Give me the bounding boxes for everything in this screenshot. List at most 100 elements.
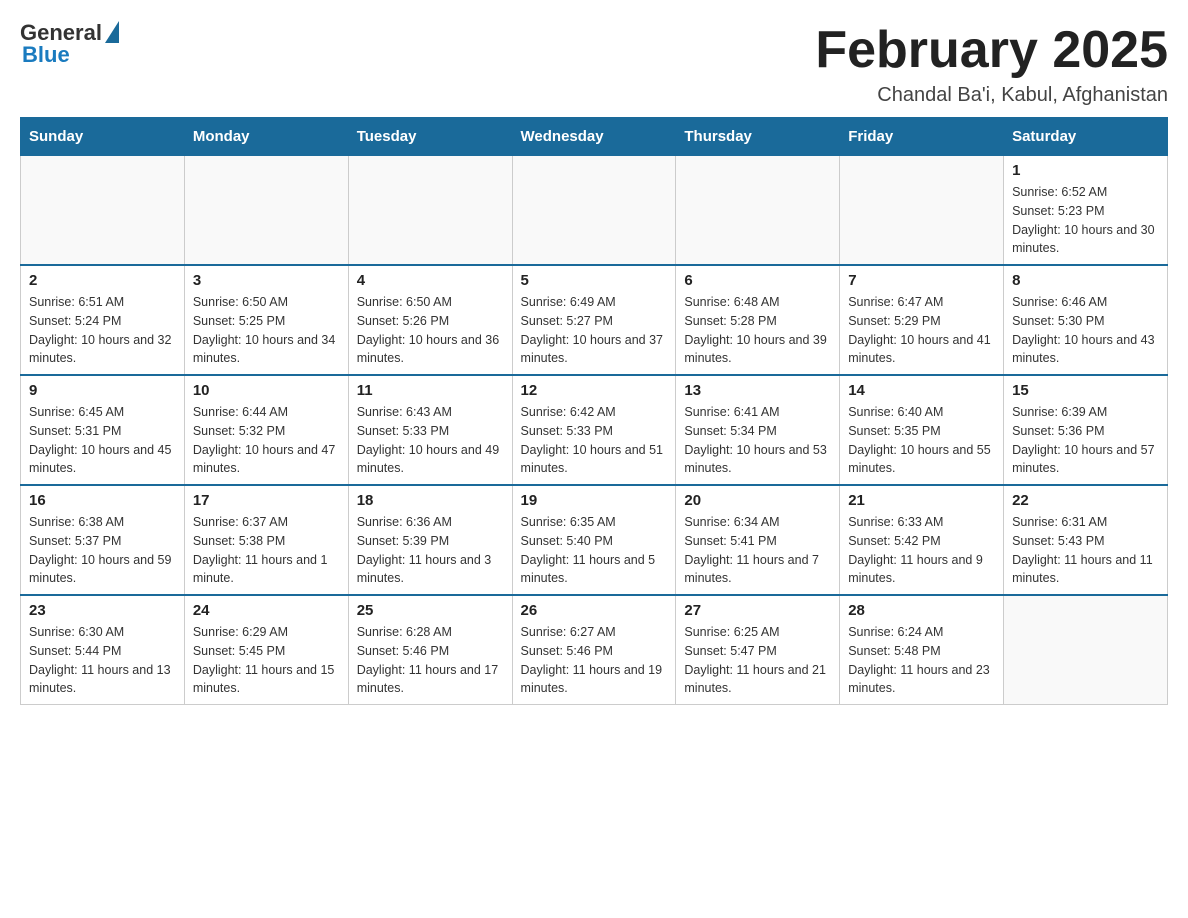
day-info: Sunrise: 6:50 AM Sunset: 5:26 PM Dayligh… xyxy=(357,293,504,368)
day-number: 17 xyxy=(193,492,340,509)
day-number: 12 xyxy=(521,382,668,399)
day-info: Sunrise: 6:45 AM Sunset: 5:31 PM Dayligh… xyxy=(29,403,176,478)
day-info: Sunrise: 6:44 AM Sunset: 5:32 PM Dayligh… xyxy=(193,403,340,478)
day-number: 7 xyxy=(848,272,995,289)
day-info: Sunrise: 6:52 AM Sunset: 5:23 PM Dayligh… xyxy=(1012,183,1159,258)
calendar-cell: 9 Sunrise: 6:45 AM Sunset: 5:31 PM Daylig… xyxy=(21,375,185,485)
day-info: Sunrise: 6:37 AM Sunset: 5:38 PM Dayligh… xyxy=(193,513,340,588)
calendar-cell xyxy=(676,156,840,266)
calendar-cell: 12 Sunrise: 6:42 AM Sunset: 5:33 PM Dayli… xyxy=(512,375,676,485)
day-info: Sunrise: 6:50 AM Sunset: 5:25 PM Dayligh… xyxy=(193,293,340,368)
calendar-cell: 22 Sunrise: 6:31 AM Sunset: 5:43 PM Dayli… xyxy=(1004,485,1168,595)
day-info: Sunrise: 6:27 AM Sunset: 5:46 PM Dayligh… xyxy=(521,623,668,698)
day-number: 1 xyxy=(1012,162,1159,179)
day-info: Sunrise: 6:25 AM Sunset: 5:47 PM Dayligh… xyxy=(684,623,831,698)
calendar-cell: 25 Sunrise: 6:28 AM Sunset: 5:46 PM Dayli… xyxy=(348,595,512,705)
calendar-cell: 3 Sunrise: 6:50 AM Sunset: 5:25 PM Daylig… xyxy=(184,265,348,375)
day-number: 28 xyxy=(848,602,995,619)
day-info: Sunrise: 6:48 AM Sunset: 5:28 PM Dayligh… xyxy=(684,293,831,368)
day-number: 23 xyxy=(29,602,176,619)
day-info: Sunrise: 6:51 AM Sunset: 5:24 PM Dayligh… xyxy=(29,293,176,368)
weekday-header-saturday: Saturday xyxy=(1004,118,1168,156)
weekday-header-wednesday: Wednesday xyxy=(512,118,676,156)
day-number: 5 xyxy=(521,272,668,289)
calendar-week-row: 9 Sunrise: 6:45 AM Sunset: 5:31 PM Daylig… xyxy=(21,375,1168,485)
calendar-cell: 6 Sunrise: 6:48 AM Sunset: 5:28 PM Daylig… xyxy=(676,265,840,375)
day-number: 15 xyxy=(1012,382,1159,399)
day-info: Sunrise: 6:41 AM Sunset: 5:34 PM Dayligh… xyxy=(684,403,831,478)
day-number: 25 xyxy=(357,602,504,619)
calendar-week-row: 2 Sunrise: 6:51 AM Sunset: 5:24 PM Daylig… xyxy=(21,265,1168,375)
day-number: 20 xyxy=(684,492,831,509)
calendar-cell: 24 Sunrise: 6:29 AM Sunset: 5:45 PM Dayli… xyxy=(184,595,348,705)
calendar-cell: 4Sunrise: 6:50 AM Sunset: 5:26 PM Daylig… xyxy=(348,265,512,375)
day-number: 11 xyxy=(357,382,504,399)
day-number: 3 xyxy=(193,272,340,289)
location-subtitle: Chandal Ba'i, Kabul, Afghanistan xyxy=(815,84,1168,107)
day-info: Sunrise: 6:30 AM Sunset: 5:44 PM Dayligh… xyxy=(29,623,176,698)
calendar-cell: 2 Sunrise: 6:51 AM Sunset: 5:24 PM Daylig… xyxy=(21,265,185,375)
calendar-cell: 23 Sunrise: 6:30 AM Sunset: 5:44 PM Dayli… xyxy=(21,595,185,705)
logo-triangle-icon xyxy=(105,21,119,43)
day-info: Sunrise: 6:36 AM Sunset: 5:39 PM Dayligh… xyxy=(357,513,504,588)
calendar-cell: 21Sunrise: 6:33 AM Sunset: 5:42 PM Dayli… xyxy=(840,485,1004,595)
day-info: Sunrise: 6:47 AM Sunset: 5:29 PM Dayligh… xyxy=(848,293,995,368)
calendar-cell: 7 Sunrise: 6:47 AM Sunset: 5:29 PM Daylig… xyxy=(840,265,1004,375)
calendar-cell: 1 Sunrise: 6:52 AM Sunset: 5:23 PM Daylig… xyxy=(1004,156,1168,266)
day-number: 13 xyxy=(684,382,831,399)
calendar-cell: 28 Sunrise: 6:24 AM Sunset: 5:48 PM Dayli… xyxy=(840,595,1004,705)
calendar-cell: 26Sunrise: 6:27 AM Sunset: 5:46 PM Dayli… xyxy=(512,595,676,705)
weekday-header-monday: Monday xyxy=(184,118,348,156)
calendar-cell: 14 Sunrise: 6:40 AM Sunset: 5:35 PM Dayli… xyxy=(840,375,1004,485)
calendar-cell: 20Sunrise: 6:34 AM Sunset: 5:41 PM Dayli… xyxy=(676,485,840,595)
calendar-cell: 5 Sunrise: 6:49 AM Sunset: 5:27 PM Daylig… xyxy=(512,265,676,375)
day-info: Sunrise: 6:29 AM Sunset: 5:45 PM Dayligh… xyxy=(193,623,340,698)
day-info: Sunrise: 6:31 AM Sunset: 5:43 PM Dayligh… xyxy=(1012,513,1159,588)
day-info: Sunrise: 6:28 AM Sunset: 5:46 PM Dayligh… xyxy=(357,623,504,698)
day-number: 2 xyxy=(29,272,176,289)
calendar-cell: 19 Sunrise: 6:35 AM Sunset: 5:40 PM Dayli… xyxy=(512,485,676,595)
calendar-cell xyxy=(1004,595,1168,705)
weekday-header-row: SundayMondayTuesdayWednesdayThursdayFrid… xyxy=(21,118,1168,156)
calendar-cell xyxy=(840,156,1004,266)
day-number: 9 xyxy=(29,382,176,399)
day-info: Sunrise: 6:42 AM Sunset: 5:33 PM Dayligh… xyxy=(521,403,668,478)
weekday-header-sunday: Sunday xyxy=(21,118,185,156)
calendar-cell: 18 Sunrise: 6:36 AM Sunset: 5:39 PM Dayli… xyxy=(348,485,512,595)
day-info: Sunrise: 6:35 AM Sunset: 5:40 PM Dayligh… xyxy=(521,513,668,588)
calendar-cell: 15 Sunrise: 6:39 AM Sunset: 5:36 PM Dayli… xyxy=(1004,375,1168,485)
calendar-table: SundayMondayTuesdayWednesdayThursdayFrid… xyxy=(20,117,1168,705)
page-header: General Blue February 2025 Chandal Ba'i,… xyxy=(20,20,1168,107)
day-info: Sunrise: 6:24 AM Sunset: 5:48 PM Dayligh… xyxy=(848,623,995,698)
day-number: 24 xyxy=(193,602,340,619)
day-number: 14 xyxy=(848,382,995,399)
day-number: 6 xyxy=(684,272,831,289)
calendar-cell xyxy=(184,156,348,266)
calendar-week-row: 16Sunrise: 6:38 AM Sunset: 5:37 PM Dayli… xyxy=(21,485,1168,595)
calendar-week-row: 23 Sunrise: 6:30 AM Sunset: 5:44 PM Dayli… xyxy=(21,595,1168,705)
day-info: Sunrise: 6:43 AM Sunset: 5:33 PM Dayligh… xyxy=(357,403,504,478)
day-number: 18 xyxy=(357,492,504,509)
calendar-cell xyxy=(348,156,512,266)
weekday-header-friday: Friday xyxy=(840,118,1004,156)
month-title: February 2025 xyxy=(815,20,1168,80)
day-info: Sunrise: 6:38 AM Sunset: 5:37 PM Dayligh… xyxy=(29,513,176,588)
day-info: Sunrise: 6:39 AM Sunset: 5:36 PM Dayligh… xyxy=(1012,403,1159,478)
calendar-week-row: 1 Sunrise: 6:52 AM Sunset: 5:23 PM Daylig… xyxy=(21,156,1168,266)
calendar-cell: 27Sunrise: 6:25 AM Sunset: 5:47 PM Dayli… xyxy=(676,595,840,705)
logo: General Blue xyxy=(20,20,119,68)
calendar-cell: 17 Sunrise: 6:37 AM Sunset: 5:38 PM Dayli… xyxy=(184,485,348,595)
title-section: February 2025 Chandal Ba'i, Kabul, Afgha… xyxy=(815,20,1168,107)
weekday-header-tuesday: Tuesday xyxy=(348,118,512,156)
day-info: Sunrise: 6:49 AM Sunset: 5:27 PM Dayligh… xyxy=(521,293,668,368)
day-number: 21 xyxy=(848,492,995,509)
calendar-cell: 10Sunrise: 6:44 AM Sunset: 5:32 PM Dayli… xyxy=(184,375,348,485)
logo-blue-text: Blue xyxy=(20,42,70,68)
calendar-cell: 8Sunrise: 6:46 AM Sunset: 5:30 PM Daylig… xyxy=(1004,265,1168,375)
day-info: Sunrise: 6:40 AM Sunset: 5:35 PM Dayligh… xyxy=(848,403,995,478)
day-number: 19 xyxy=(521,492,668,509)
calendar-cell xyxy=(21,156,185,266)
day-info: Sunrise: 6:46 AM Sunset: 5:30 PM Dayligh… xyxy=(1012,293,1159,368)
day-number: 22 xyxy=(1012,492,1159,509)
calendar-cell: 11 Sunrise: 6:43 AM Sunset: 5:33 PM Dayli… xyxy=(348,375,512,485)
